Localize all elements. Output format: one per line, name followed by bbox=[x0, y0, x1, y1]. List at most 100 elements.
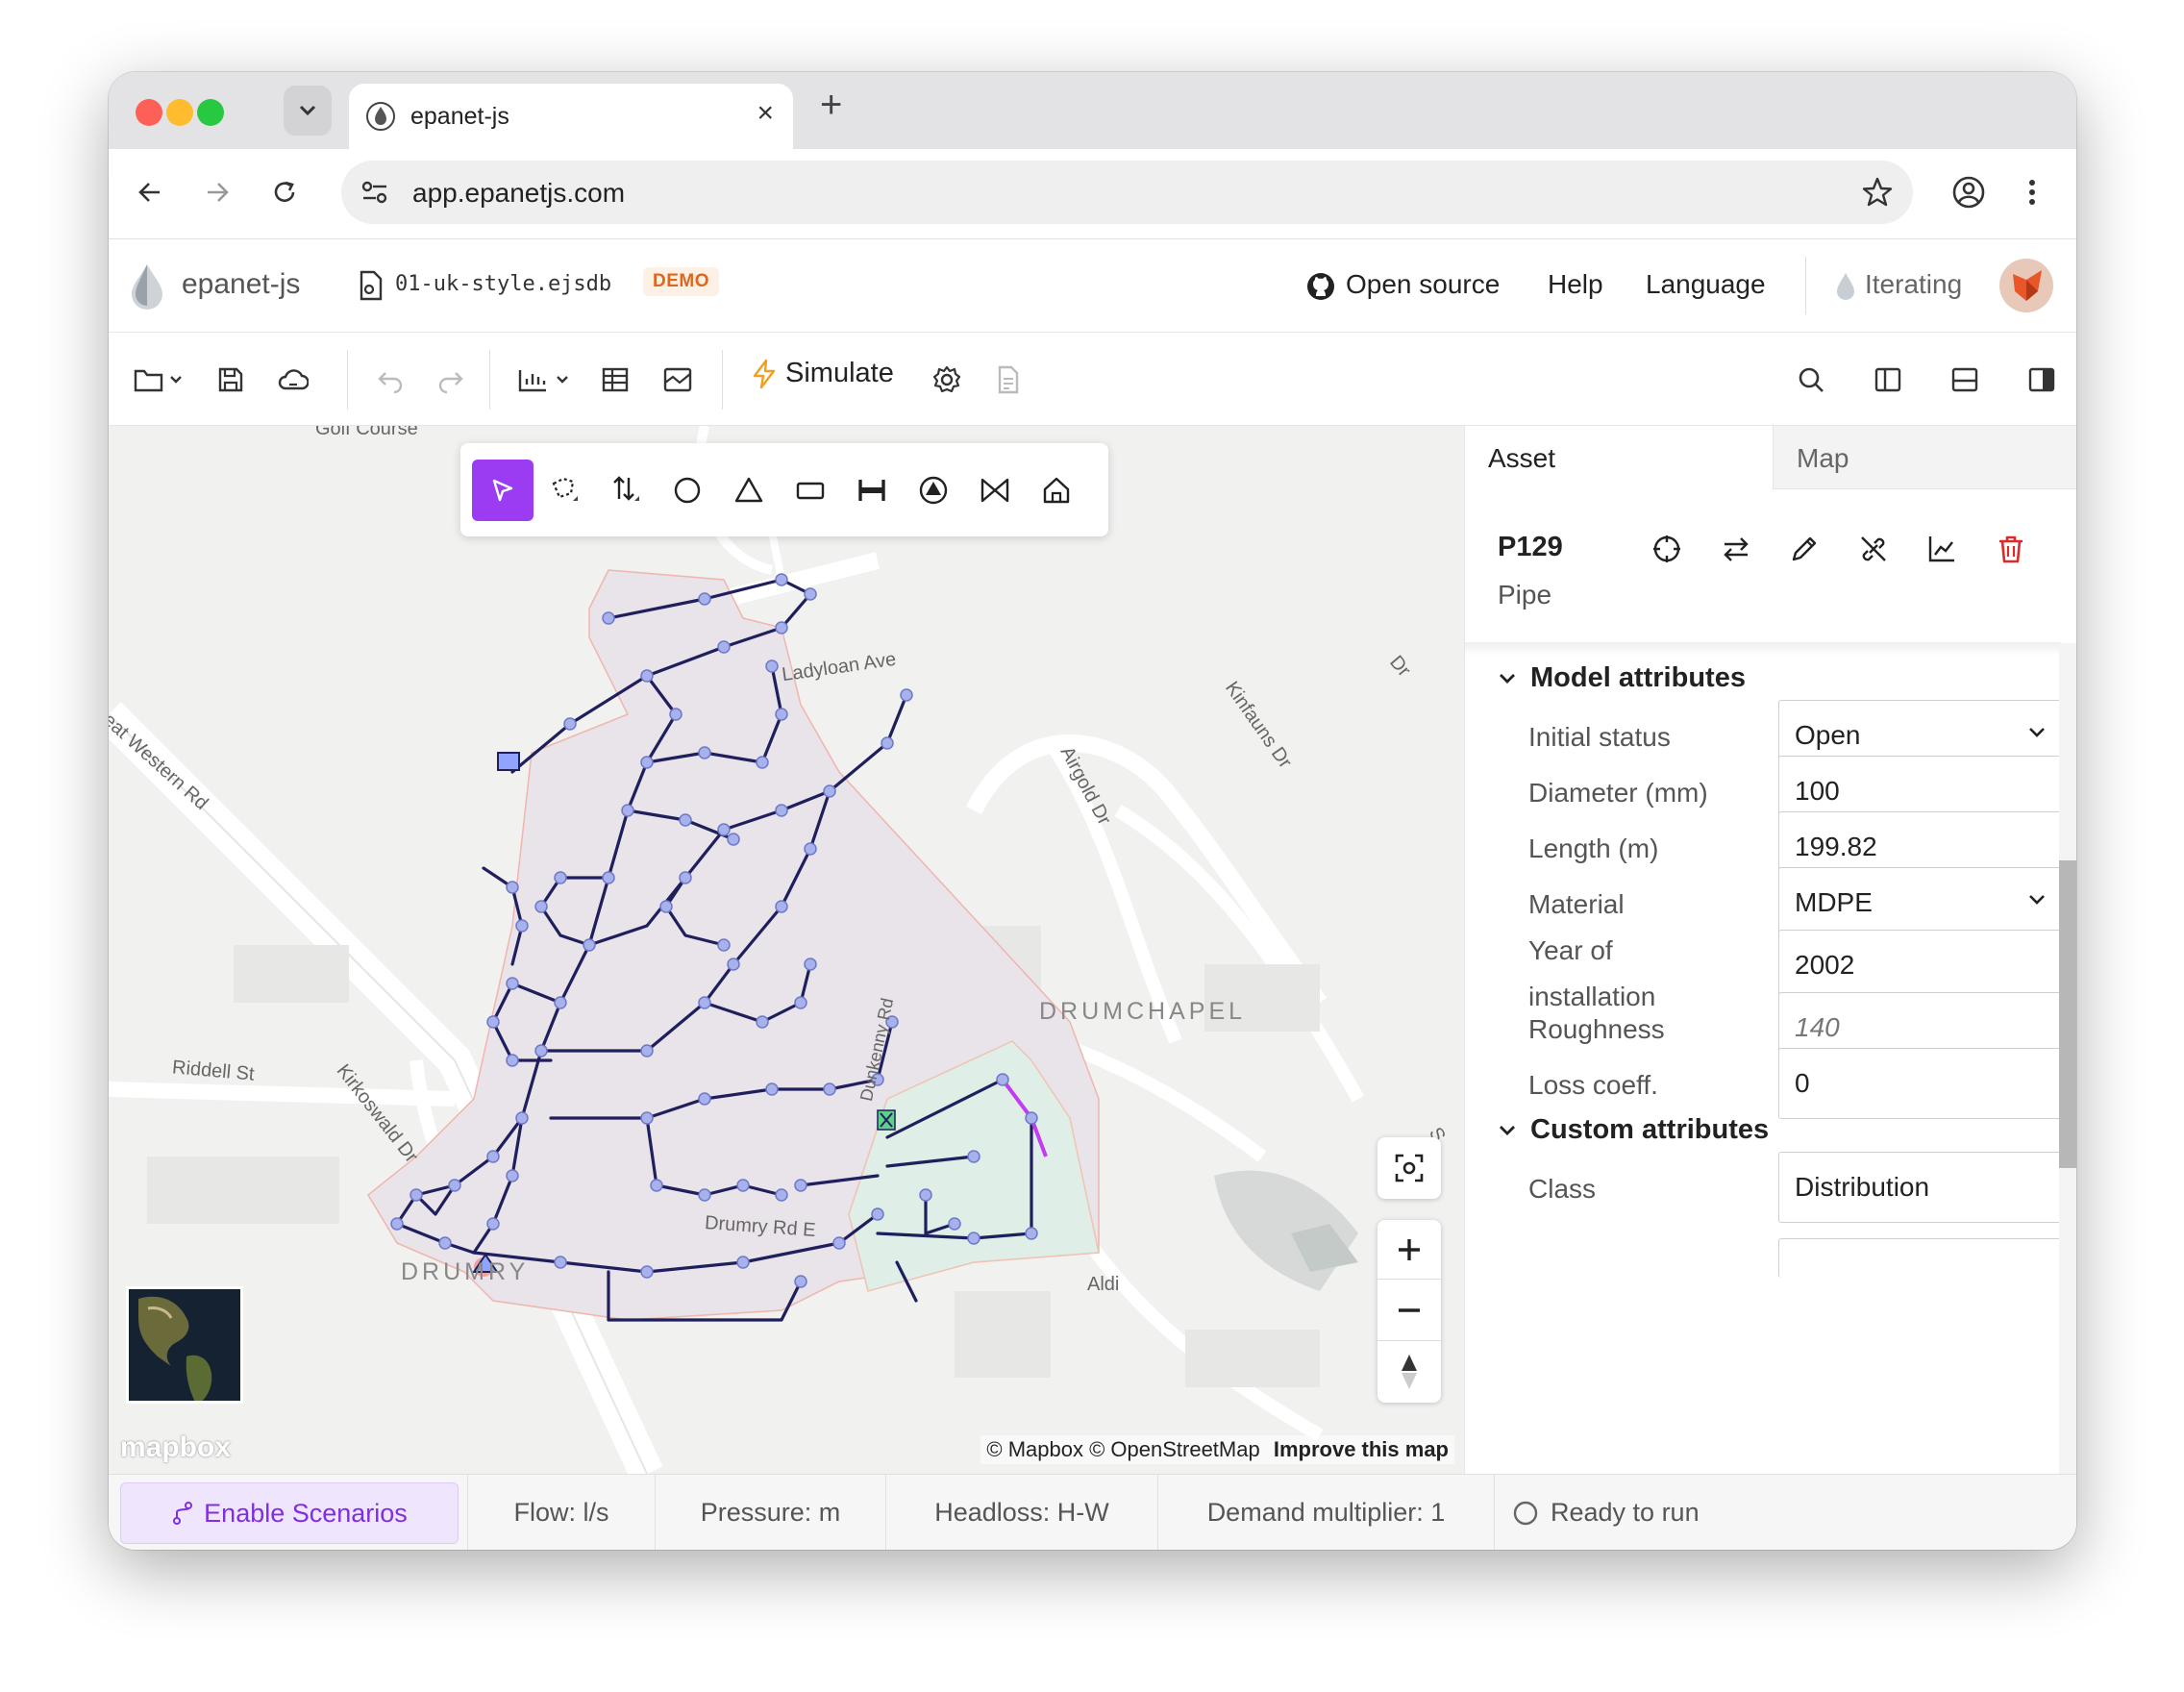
pump-tool-button[interactable] bbox=[903, 460, 964, 521]
lasso-select-tool-button[interactable] bbox=[534, 460, 595, 521]
select-tool-button[interactable] bbox=[472, 460, 534, 521]
browser-menu-button[interactable] bbox=[2010, 170, 2054, 214]
valve-tool-button[interactable] bbox=[964, 460, 1026, 521]
tank-tool-button[interactable] bbox=[780, 460, 841, 521]
save-cloud-button[interactable] bbox=[272, 359, 314, 401]
panel-scrollbar-thumb[interactable] bbox=[2059, 860, 2076, 1168]
chart-button[interactable] bbox=[1921, 528, 1963, 570]
custom-attributes-toggle[interactable]: Custom attributes bbox=[1498, 1114, 1769, 1146]
user-avatar[interactable] bbox=[1999, 259, 2053, 312]
unlink-icon bbox=[1858, 534, 1889, 564]
next-field-partial[interactable] bbox=[1778, 1238, 2067, 1278]
run-status-label: Ready to run bbox=[1551, 1498, 1700, 1528]
mapbox-logo[interactable]: mapbox bbox=[120, 1431, 231, 1464]
reload-icon bbox=[271, 179, 298, 206]
zoom-in-button[interactable] bbox=[1377, 1220, 1441, 1280]
length-label: Length (m) bbox=[1528, 826, 1658, 872]
map-label-golf: Golf Course bbox=[315, 426, 418, 440]
profile-button[interactable] bbox=[1947, 170, 1991, 214]
flow-unit[interactable]: Flow: l/s bbox=[467, 1475, 655, 1550]
reverse-pipe-button[interactable] bbox=[1715, 528, 1757, 570]
status-circle-icon bbox=[1512, 1500, 1539, 1527]
more-vertical-icon bbox=[2027, 178, 2037, 207]
tab-close-icon[interactable]: × bbox=[757, 97, 774, 130]
close-window-button[interactable] bbox=[136, 99, 162, 126]
model-attributes-toggle[interactable]: Model attributes bbox=[1498, 662, 1746, 694]
site-settings-icon bbox=[360, 180, 389, 205]
loss-coeff-input[interactable]: 0 bbox=[1778, 1048, 2067, 1119]
swap-arrows-icon bbox=[1721, 534, 1751, 564]
redo-button[interactable] bbox=[430, 359, 472, 401]
chart-menu-button[interactable] bbox=[512, 359, 582, 401]
reservoir-tool-button[interactable] bbox=[718, 460, 780, 521]
zoom-out-button[interactable] bbox=[1377, 1280, 1441, 1341]
customer-tool-button[interactable] bbox=[1026, 460, 1087, 521]
folder-icon bbox=[133, 365, 190, 394]
search-button[interactable] bbox=[1790, 359, 1832, 401]
language-link[interactable]: Language bbox=[1646, 269, 1766, 300]
pencil-icon bbox=[1789, 534, 1820, 564]
open-source-link[interactable]: Open source bbox=[1346, 269, 1500, 300]
network-map[interactable]: Golf Course Ladyloan Ave Great Western R… bbox=[109, 426, 1464, 1474]
report-button[interactable] bbox=[987, 359, 1030, 401]
file-name[interactable]: 01-uk-style.ejsdb bbox=[395, 272, 611, 296]
minimize-window-button[interactable] bbox=[166, 99, 193, 126]
class-value: Distribution bbox=[1795, 1172, 1929, 1202]
roughness-label: Roughness bbox=[1528, 1007, 1665, 1053]
file-icon bbox=[357, 270, 384, 301]
pipe-tool-button[interactable] bbox=[841, 460, 903, 521]
satellite-minimap[interactable] bbox=[126, 1286, 243, 1404]
compass-button[interactable] bbox=[1377, 1341, 1441, 1403]
enable-scenarios-button[interactable]: Enable Scenarios bbox=[120, 1482, 459, 1544]
save-button[interactable] bbox=[210, 359, 252, 401]
help-link[interactable]: Help bbox=[1548, 269, 1603, 300]
omnibox[interactable]: app.epanetjs.com bbox=[341, 161, 1913, 224]
improve-map-link[interactable]: Improve this map bbox=[1274, 1437, 1449, 1461]
pressure-unit[interactable]: Pressure: m bbox=[655, 1475, 885, 1550]
simulate-button[interactable]: Simulate bbox=[751, 358, 894, 389]
panel-bottom-icon bbox=[1950, 365, 1979, 394]
plan-status[interactable]: Iterating bbox=[1865, 269, 1962, 300]
disconnect-button[interactable] bbox=[1852, 528, 1895, 570]
tab-asset[interactable]: Asset bbox=[1465, 426, 1773, 489]
map-background bbox=[109, 426, 1464, 1474]
demand-multiplier[interactable]: Demand multiplier: 1 bbox=[1157, 1475, 1494, 1550]
valve-icon bbox=[979, 475, 1011, 506]
map-label-aldi: Aldi bbox=[1087, 1274, 1119, 1296]
table-button[interactable] bbox=[594, 359, 636, 401]
locate-asset-button[interactable] bbox=[1646, 528, 1688, 570]
junction-tool-button[interactable] bbox=[657, 460, 718, 521]
tab-map[interactable]: Map bbox=[1773, 426, 2076, 489]
app-header: epanet-js 01-uk-style.ejsdb DEMO Open so… bbox=[109, 239, 2076, 333]
toggle-bottom-panel-button[interactable] bbox=[1944, 359, 1986, 401]
maximize-window-button[interactable] bbox=[197, 99, 224, 126]
chevron-down-icon bbox=[2027, 726, 2047, 739]
toggle-right-panel-button[interactable] bbox=[2021, 359, 2063, 401]
simulation-settings-button[interactable] bbox=[926, 359, 968, 401]
class-input[interactable]: Distribution bbox=[1778, 1152, 2067, 1223]
locate-button[interactable] bbox=[1377, 1137, 1441, 1199]
enable-scenarios-label: Enable Scenarios bbox=[204, 1499, 408, 1529]
forward-button[interactable] bbox=[195, 170, 239, 214]
search-icon bbox=[1797, 365, 1825, 394]
map-layers-button[interactable] bbox=[657, 359, 699, 401]
toggle-left-panel-button[interactable] bbox=[1867, 359, 1909, 401]
material-select[interactable]: MDPE bbox=[1778, 867, 2067, 938]
browser-tab[interactable]: epanet-js × bbox=[349, 84, 793, 149]
open-file-button[interactable] bbox=[128, 359, 195, 401]
connect-tool-button[interactable] bbox=[595, 460, 657, 521]
edit-button[interactable] bbox=[1783, 528, 1825, 570]
back-button[interactable] bbox=[128, 170, 172, 214]
tab-search-button[interactable] bbox=[284, 86, 332, 136]
undo-button[interactable] bbox=[369, 359, 411, 401]
year-input[interactable]: 2002 bbox=[1778, 930, 2067, 1001]
attribution-text[interactable]: © Mapbox © OpenStreetMap bbox=[986, 1437, 1259, 1461]
roughness-placeholder: 140 bbox=[1795, 1012, 1840, 1042]
github-icon bbox=[1305, 271, 1336, 302]
reload-button[interactable] bbox=[262, 170, 307, 214]
bookmark-star-icon[interactable] bbox=[1861, 176, 1894, 209]
triangle-icon bbox=[733, 475, 764, 506]
headloss-formula[interactable]: Headloss: H-W bbox=[885, 1475, 1157, 1550]
new-tab-icon[interactable]: + bbox=[820, 86, 842, 124]
delete-asset-button[interactable] bbox=[1990, 528, 2032, 570]
